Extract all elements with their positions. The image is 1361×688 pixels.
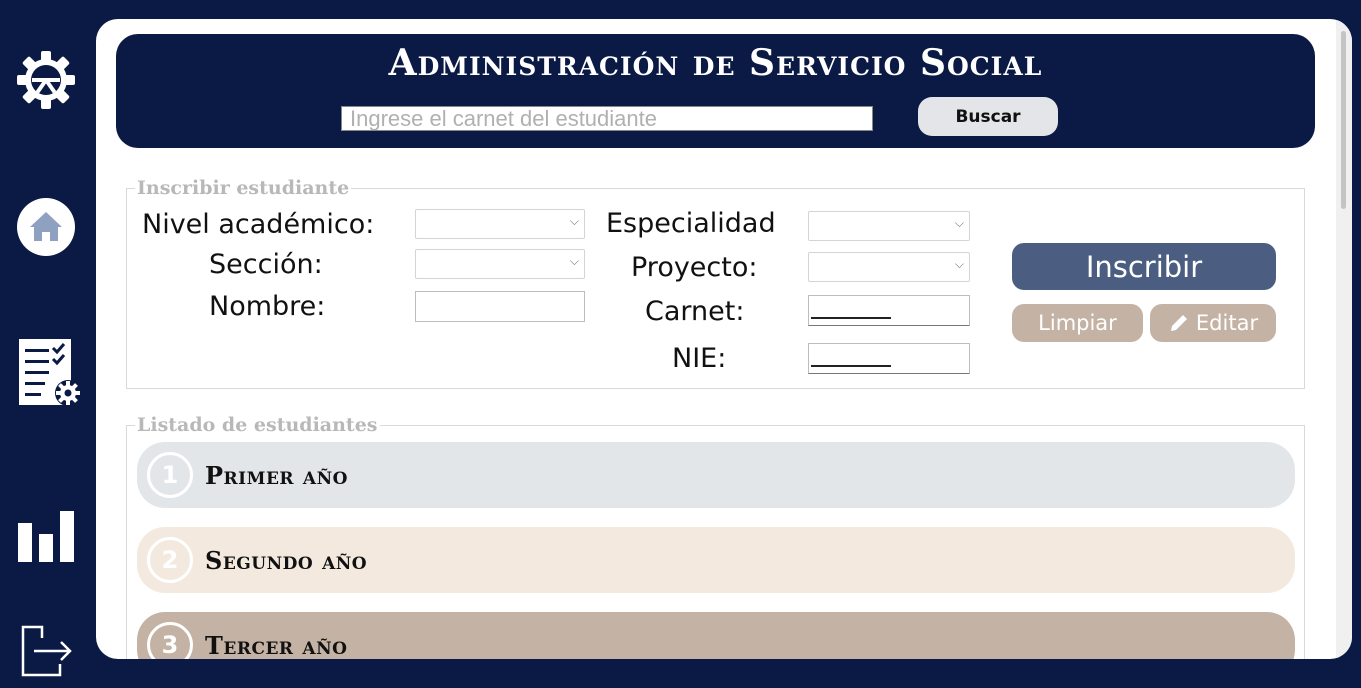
year-label: Segundo año (205, 545, 368, 575)
nivel-academico-label: Nivel académico: (142, 209, 375, 240)
header-banner: Administración de Servicio Social Buscar (116, 34, 1315, 148)
year-row-segundo[interactable]: 2 Segundo año (137, 527, 1295, 593)
bar-chart-icon (18, 511, 74, 562)
carnet-label: Carnet: (645, 296, 745, 327)
enroll-section-legend: Inscribir estudiante (137, 177, 350, 199)
especialidad-label: Especialidad (606, 208, 776, 239)
chevron-down-icon: ⌵ (954, 257, 964, 271)
search-input[interactable] (341, 106, 873, 131)
logout-icon (21, 625, 72, 677)
year-row-tercer[interactable]: 3 Tercer año (137, 612, 1295, 659)
settings-button[interactable] (14, 48, 78, 112)
services-button[interactable] (16, 336, 84, 410)
editar-button[interactable]: Editar (1150, 304, 1276, 342)
input-mask-line (811, 365, 891, 367)
pencil-icon (1170, 313, 1189, 331)
home-button[interactable] (16, 197, 76, 257)
inscribir-button[interactable]: Inscribir (1012, 243, 1276, 290)
seccion-select[interactable]: ⌵ (415, 249, 585, 279)
limpiar-button[interactable]: Limpiar (1012, 304, 1143, 342)
limpiar-button-label: Limpiar (1038, 311, 1117, 335)
scrollbar-thumb[interactable] (1341, 31, 1346, 209)
year-number-badge: 3 (147, 622, 193, 659)
main-panel: Administración de Servicio Social Buscar… (96, 19, 1352, 659)
nombre-label: Nombre: (209, 291, 326, 322)
especialidad-select[interactable]: ⌵ (808, 211, 970, 241)
search-button[interactable]: Buscar (918, 97, 1058, 136)
nivel-academico-select[interactable]: ⌵ (415, 209, 585, 239)
editar-button-label: Editar (1195, 311, 1259, 335)
proyecto-label: Proyecto: (631, 252, 758, 283)
carnet-field[interactable] (808, 295, 970, 326)
year-number-badge: 2 (147, 537, 193, 583)
seccion-label: Sección: (209, 249, 323, 280)
chevron-down-icon: ⌵ (569, 254, 579, 268)
year-number-badge: 1 (147, 452, 193, 498)
vertical-scrollbar[interactable] (1336, 19, 1352, 659)
gear-icon (17, 51, 75, 109)
input-mask-line (811, 317, 891, 319)
chevron-down-icon: ⌵ (569, 214, 579, 228)
nombre-field[interactable] (415, 291, 585, 322)
year-row-primer[interactable]: 1 Primer año (137, 442, 1295, 508)
nie-label: NIE: (672, 343, 727, 374)
chevron-down-icon: ⌵ (954, 216, 964, 230)
nie-field[interactable] (808, 343, 970, 374)
logout-button[interactable] (20, 624, 74, 678)
checklist-settings-icon (19, 339, 81, 406)
proyecto-select[interactable]: ⌵ (808, 252, 970, 282)
page-title: Administración de Servicio Social (388, 42, 1043, 84)
year-label: Primer año (205, 460, 348, 490)
students-list-legend: Listado de estudiantes (137, 414, 378, 436)
year-label: Tercer año (205, 630, 348, 660)
home-icon (17, 198, 75, 256)
reports-button[interactable] (17, 509, 75, 563)
